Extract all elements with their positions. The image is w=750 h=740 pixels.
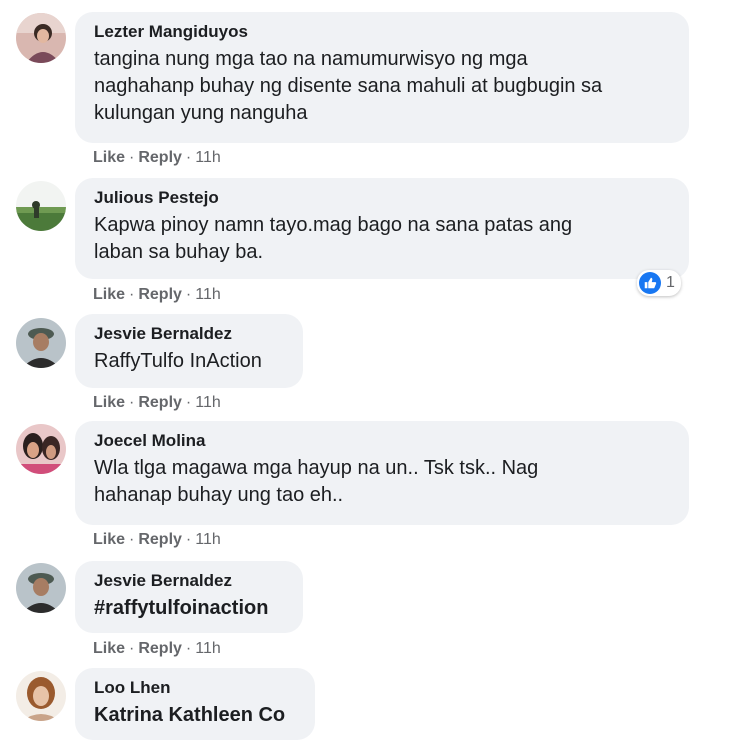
like-button[interactable]: Like: [93, 531, 125, 548]
hashtag-link[interactable]: #raffytulfoinaction: [94, 595, 285, 622]
avatar[interactable]: [16, 671, 66, 721]
reply-button[interactable]: Reply: [138, 531, 182, 548]
thumbs-up-icon: [639, 272, 661, 294]
commenter-name[interactable]: Joecel Molina: [94, 431, 671, 451]
commenter-name[interactable]: Loo Lhen: [94, 678, 297, 698]
timestamp[interactable]: 11h: [195, 394, 221, 411]
timestamp[interactable]: 11h: [195, 149, 221, 166]
separator: ·: [185, 531, 192, 548]
avatar[interactable]: [16, 318, 66, 368]
reply-button[interactable]: Reply: [138, 640, 182, 657]
separator: ·: [129, 394, 135, 411]
reaction-badge[interactable]: 1: [637, 270, 681, 296]
commenter-name[interactable]: Jesvie Bernaldez: [94, 324, 285, 344]
timestamp[interactable]: 11h: [195, 640, 221, 657]
like-button[interactable]: Like: [93, 149, 125, 166]
reply-button[interactable]: Reply: [138, 286, 182, 303]
like-button[interactable]: Like: [93, 394, 125, 411]
comment-bubble: Joecel Molina Wla tlga magawa mga hayup …: [75, 421, 689, 525]
comment-actions: Like · Reply · 11h: [93, 285, 221, 305]
separator: ·: [185, 640, 192, 657]
commenter-name[interactable]: Lezter Mangiduyos: [94, 22, 671, 42]
avatar[interactable]: [16, 13, 66, 63]
avatar[interactable]: [16, 181, 66, 231]
separator: ·: [185, 149, 192, 166]
separator: ·: [129, 531, 135, 548]
separator: ·: [129, 286, 135, 303]
mention-link[interactable]: Katrina Kathleen Co: [94, 702, 297, 729]
separator: ·: [129, 640, 135, 657]
avatar[interactable]: [16, 563, 66, 613]
commenter-name[interactable]: Jesvie Bernaldez: [94, 571, 285, 591]
avatar[interactable]: [16, 424, 66, 474]
timestamp[interactable]: 11h: [195, 286, 221, 303]
comment-bubble: Lezter Mangiduyos tangina nung mga tao n…: [75, 12, 689, 143]
comment-actions: Like · Reply · 11h: [93, 639, 221, 659]
comment-actions: Like · Reply · 11h: [93, 393, 221, 413]
comment-actions: Like · Reply · 11h: [93, 148, 221, 168]
comment-actions: Like · Reply · 11h: [93, 530, 221, 550]
comment-text: tangina nung mga tao na namumurwisyo ng …: [94, 48, 603, 124]
comment-bubble: Julious Pestejo Kapwa pinoy namn tayo.ma…: [75, 178, 689, 279]
reaction-count: 1: [666, 274, 675, 291]
comment-bubble: Loo Lhen Katrina Kathleen Co: [75, 668, 315, 740]
commenter-name[interactable]: Julious Pestejo: [94, 188, 671, 208]
reply-button[interactable]: Reply: [138, 149, 182, 166]
comment-bubble: Jesvie Bernaldez #raffytulfoinaction: [75, 561, 303, 633]
comment-bubble: Jesvie Bernaldez RaffyTulfo InAction: [75, 314, 303, 388]
reply-button[interactable]: Reply: [138, 394, 182, 411]
separator: ·: [185, 394, 192, 411]
comment-text: RaffyTulfo InAction: [94, 350, 262, 372]
like-button[interactable]: Like: [93, 640, 125, 657]
like-button[interactable]: Like: [93, 286, 125, 303]
separator: ·: [185, 286, 192, 303]
separator: ·: [129, 149, 135, 166]
timestamp[interactable]: 11h: [195, 531, 221, 548]
comment-text: Wla tlga magawa mga hayup na un.. Tsk ts…: [94, 457, 539, 506]
comment-text: Kapwa pinoy namn tayo.mag bago na sana p…: [94, 214, 573, 263]
